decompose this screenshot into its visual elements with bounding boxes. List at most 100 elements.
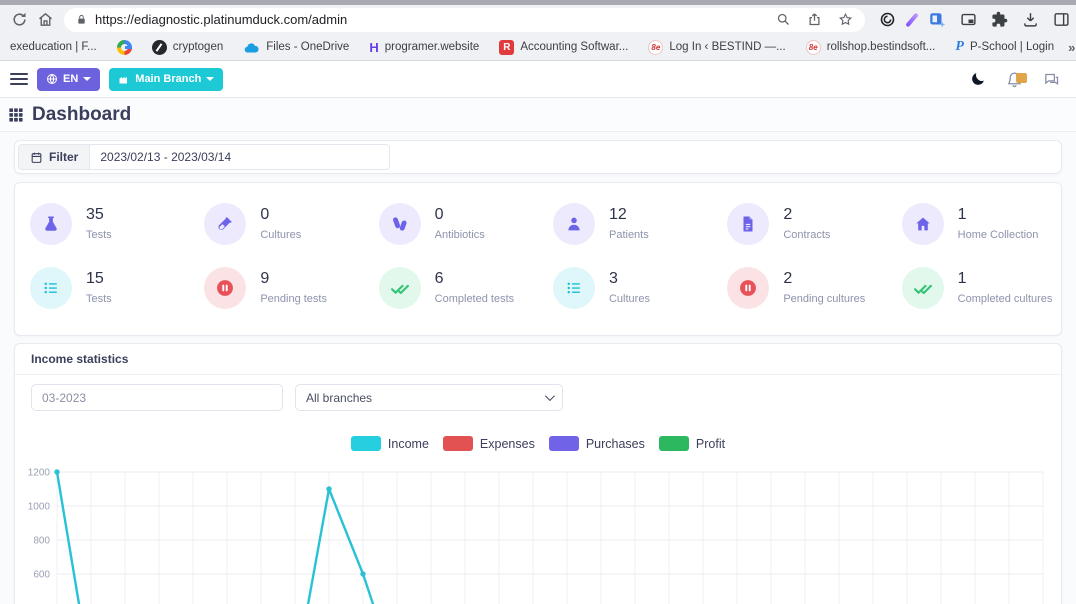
stat-value: 0 <box>435 206 485 224</box>
bookmark-files-onedrive[interactable]: Files - OneDrive <box>237 39 355 56</box>
url-text[interactable]: https://ediagnostic.platinumduck.com/adm… <box>95 12 768 27</box>
address-bar[interactable]: https://ediagnostic.platinumduck.com/adm… <box>64 8 865 32</box>
stat-cultures-period: 3Cultures <box>538 267 712 309</box>
chevron-down-icon <box>545 391 555 401</box>
stat-pending-tests: 9Pending tests <box>189 267 363 309</box>
building-icon <box>118 73 130 85</box>
stat-label: Tests <box>86 229 112 241</box>
legend-label: Purchases <box>586 437 645 451</box>
legend-income[interactable]: Income <box>351 436 429 451</box>
income-line <box>57 472 499 604</box>
y-axis-tick: 800 <box>33 536 50 547</box>
navbar-right <box>970 71 1066 88</box>
hostinger-favicon: H <box>369 40 378 55</box>
blue-extension-icon[interactable] <box>928 11 946 29</box>
bookmark-item[interactable] <box>111 38 138 57</box>
month-input[interactable] <box>31 384 283 411</box>
page-header: Dashboard <box>0 98 1076 132</box>
chart-legend: Income Expenses Purchases Profit <box>15 435 1061 452</box>
y-axis-tick: 1000 <box>28 502 51 513</box>
hamburger-menu-icon[interactable] <box>10 73 28 85</box>
stat-tests-total: 35Tests <box>15 203 189 245</box>
contract-icon <box>727 203 769 245</box>
capsules-icon <box>379 203 421 245</box>
share-icon[interactable] <box>807 12 822 27</box>
bookmark-items: exeducation | F... cryptogen Files - OneDr… <box>4 37 1060 57</box>
side-panel-icon[interactable] <box>1053 11 1070 28</box>
bookmark-programer-website[interactable]: Hprogramer.website <box>363 38 485 57</box>
branch-label: Main Branch <box>135 73 201 85</box>
loop-extension-icon[interactable] <box>879 11 896 28</box>
branch-dropdown-button[interactable]: Main Branch <box>109 68 223 91</box>
stat-value: 6 <box>435 270 514 288</box>
dark-mode-toggle[interactable] <box>970 71 986 87</box>
bookmark-label: P-School | Login <box>970 41 1054 53</box>
language-label: EN <box>63 73 78 85</box>
extensions-puzzle-icon[interactable] <box>991 11 1008 28</box>
date-range-input[interactable] <box>90 150 389 164</box>
bookmark-accounting-softwar[interactable]: RAccounting Softwar... <box>493 38 634 57</box>
legend-label: Income <box>388 437 429 451</box>
stat-label: Pending tests <box>260 293 327 305</box>
legend-expenses[interactable]: Expenses <box>443 436 535 451</box>
legend-swatch <box>549 436 579 451</box>
branch-select[interactable]: All branches <box>295 384 563 411</box>
reload-icon[interactable] <box>6 8 32 32</box>
legend-swatch <box>351 436 381 451</box>
income-point <box>360 571 365 576</box>
stat-label: Tests <box>86 293 112 305</box>
stat-value: 3 <box>609 270 650 288</box>
filter-card: Filter <box>14 140 1062 174</box>
stats-card: 35Tests0Cultures0Antibiotics12Patients2C… <box>14 182 1062 336</box>
bookmark-cryptogen[interactable]: cryptogen <box>146 38 230 57</box>
downloads-icon[interactable] <box>1022 11 1039 28</box>
stat-value: 0 <box>260 206 301 224</box>
legend-label: Expenses <box>480 437 535 451</box>
income-controls: All branches <box>15 375 1061 411</box>
list-icon <box>553 267 595 309</box>
pschool-favicon: P <box>955 39 964 55</box>
pen-extension-icon[interactable] <box>905 12 918 27</box>
stat-label: Pending cultures <box>783 293 865 305</box>
bookmark-label: programer.website <box>385 41 480 53</box>
stat-value: 15 <box>86 270 112 288</box>
double-check-icon <box>379 267 421 309</box>
vial-icon <box>204 203 246 245</box>
legend-purchases[interactable]: Purchases <box>549 436 645 451</box>
bookmark-rollshop-bestindsoft[interactable]: 8erollshop.bestindsoft... <box>800 38 942 57</box>
income-point <box>54 469 59 474</box>
bookmark-log-in-bestind[interactable]: 8eLog In ‹ BESTIND —... <box>642 38 791 57</box>
bookmark-exeducation-f[interactable]: exeducation | F... <box>4 39 103 55</box>
bookmark-label: cryptogen <box>173 41 224 53</box>
stat-pending-cultures: 2Pending cultures <box>712 267 886 309</box>
stat-value: 2 <box>783 206 830 224</box>
browser-chrome: https://ediagnostic.platinumduck.com/adm… <box>0 0 1076 61</box>
legend-label: Profit <box>696 437 725 451</box>
stat-label: Patients <box>609 229 649 241</box>
bookmarks-overflow-chevron[interactable]: » <box>1068 40 1075 55</box>
notification-badge <box>1016 73 1027 83</box>
legend-profit[interactable]: Profit <box>659 436 725 451</box>
bookmark-star-icon[interactable] <box>838 12 853 27</box>
caret-down-icon <box>83 77 91 81</box>
google-favicon <box>117 40 132 55</box>
zoom-icon[interactable] <box>776 12 791 27</box>
language-dropdown-button[interactable]: EN <box>37 68 100 91</box>
stat-value: 1 <box>958 206 1039 224</box>
picture-in-picture-icon[interactable] <box>960 11 977 28</box>
stat-completed-cultures: 1Completed cultures <box>887 267 1061 309</box>
pause-icon <box>204 267 246 309</box>
stat-label: Completed tests <box>435 293 514 305</box>
stat-contracts: 2Contracts <box>712 203 886 245</box>
messages-button[interactable] <box>1043 71 1060 88</box>
omnibox-actions <box>776 12 853 27</box>
stat-tests-period: 15 Tests <box>15 267 189 309</box>
date-filter-group: Filter <box>18 144 390 170</box>
bookmark-label: exeducation | F... <box>10 41 97 53</box>
filter-button[interactable]: Filter <box>19 145 90 169</box>
bookmark-p-school-login[interactable]: P P-School | Login <box>949 37 1060 57</box>
bestindsoft-favicon: 8e <box>806 40 821 55</box>
home-icon[interactable] <box>32 8 58 32</box>
income-statistics-title: Income statistics <box>15 344 1061 375</box>
notifications-button[interactable] <box>1006 71 1023 88</box>
